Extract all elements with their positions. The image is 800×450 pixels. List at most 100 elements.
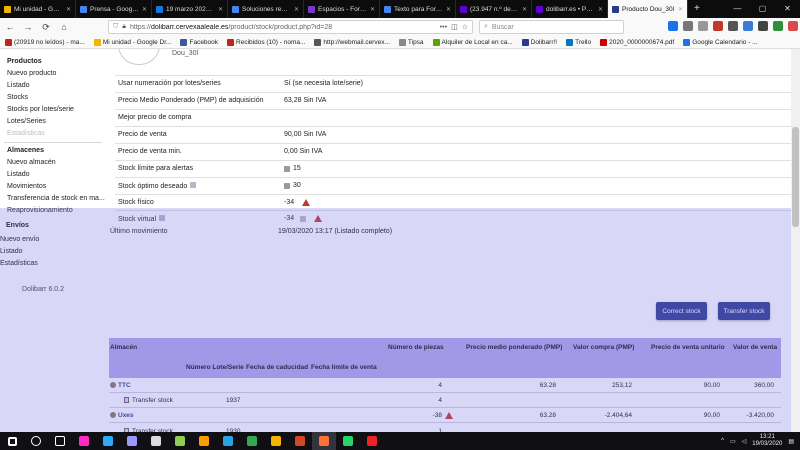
- bookmark-item[interactable]: 2020_0000000674.pdf: [600, 38, 674, 46]
- menu-new-product[interactable]: Nuevo producto: [7, 70, 56, 77]
- correct-stock-button[interactable]: Correct stock: [656, 302, 707, 320]
- browser-tab[interactable]: dolibarr.es • Publicar✕: [532, 0, 608, 18]
- minimize-button[interactable]: —: [725, 0, 750, 18]
- browser-tab[interactable]: Mi unidad - Goog ✕: [0, 0, 76, 18]
- adobe-xd-icon[interactable]: [72, 432, 96, 450]
- bookmark-item[interactable]: Alquiler de Local en ca...: [432, 38, 513, 46]
- tab-close-icon[interactable]: ✕: [294, 6, 299, 13]
- illustrator-icon[interactable]: [192, 432, 216, 450]
- firefox-icon[interactable]: [312, 432, 336, 450]
- menu-movements[interactable]: Movimientos: [7, 183, 46, 190]
- menu-stocks-by-lot[interactable]: Stocks por lotes/serie: [7, 106, 74, 113]
- menu-product-stats[interactable]: Estadísticas: [7, 130, 45, 137]
- photoshop-icon[interactable]: [96, 432, 120, 450]
- vertical-scrollbar[interactable]: [791, 49, 800, 432]
- warehouse-link[interactable]: Uxes: [110, 412, 134, 419]
- browser-tab[interactable]: 19 marzo 2020 Ne ✕: [152, 0, 228, 18]
- menu-new-shipment[interactable]: Nuevo envío: [0, 236, 39, 243]
- url-bar[interactable]: ⛉ 🔒︎ https://dolibarr.cervexaaleale.es/p…: [108, 20, 473, 34]
- network-icon[interactable]: ▭: [730, 438, 736, 445]
- menu-shipments-stats[interactable]: Estadísticas: [0, 260, 38, 267]
- buy-cell: -2.404,64: [604, 412, 632, 419]
- notifications-icon[interactable]: ▤: [788, 438, 794, 445]
- bookmark-item[interactable]: http://webmail.cervex...: [314, 38, 390, 46]
- browser-tab[interactable]: Espacios - Formu ✕: [304, 0, 380, 18]
- bookmark-star-icon[interactable]: ☆: [462, 23, 468, 31]
- bookmark-item[interactable]: Mi unidad - Google Dr...: [93, 38, 171, 46]
- bookmark-item[interactable]: Google Calendario - ...: [683, 38, 758, 46]
- tab-close-icon[interactable]: ✕: [218, 6, 223, 13]
- new-tab-button[interactable]: +: [688, 0, 706, 18]
- sync-icon[interactable]: [758, 21, 768, 31]
- browser-tab[interactable]: Producto Dou_30l ✕: [608, 0, 688, 18]
- bookmark-item[interactable]: Tipsa: [398, 38, 424, 46]
- edit-pencil-icon[interactable]: [284, 165, 290, 172]
- tab-close-icon[interactable]: ✕: [522, 6, 527, 13]
- telegram-icon[interactable]: [216, 432, 240, 450]
- menu-heading-products[interactable]: Productos: [7, 58, 42, 65]
- pocket-icon[interactable]: ◫: [451, 23, 458, 31]
- adblock-icon[interactable]: [713, 21, 723, 31]
- explorer-icon[interactable]: [264, 432, 288, 450]
- tab-close-icon[interactable]: ✕: [370, 6, 375, 13]
- maximize-button[interactable]: ▢: [750, 0, 775, 18]
- terminal-icon[interactable]: [144, 432, 168, 450]
- search-icon[interactable]: [24, 432, 48, 450]
- menu-warehouse-list[interactable]: Listado: [7, 171, 30, 178]
- menu-heading-shipments[interactable]: Envíos: [6, 222, 29, 229]
- menu-new-warehouse[interactable]: Nuevo almacén: [7, 159, 56, 166]
- library-icon[interactable]: [683, 21, 693, 31]
- whatsapp-icon[interactable]: [336, 432, 360, 450]
- last-movement-value[interactable]: 19/03/2020 13:17 (Listado completo): [278, 228, 392, 235]
- reader-icon[interactable]: [698, 21, 708, 31]
- browser-tab[interactable]: (23.947 n.º de no ✕: [456, 0, 532, 18]
- tab-close-icon[interactable]: ✕: [598, 6, 603, 13]
- lot-link[interactable]: Transfer stock: [124, 397, 173, 404]
- task-view-icon[interactable]: [48, 432, 72, 450]
- bookmark-item[interactable]: Trello: [566, 38, 591, 46]
- menu-mass-transfer[interactable]: Transferencia de stock en ma...: [7, 195, 105, 202]
- menu-heading-warehouses[interactable]: Almacenes: [7, 147, 44, 154]
- extension-icon[interactable]: [743, 21, 753, 31]
- forward-icon[interactable]: →: [22, 22, 34, 32]
- acrobat-icon[interactable]: [360, 432, 384, 450]
- edit-pencil-icon[interactable]: [284, 182, 290, 189]
- bookmark-item[interactable]: (20919 no leídos) - ma...: [5, 38, 85, 46]
- tray-caret-icon[interactable]: ^: [721, 438, 724, 444]
- browser-tab[interactable]: Soluciones redes ✕: [228, 0, 304, 18]
- premiere-icon[interactable]: [120, 432, 144, 450]
- help-icon[interactable]: [190, 181, 197, 188]
- download-icon[interactable]: [668, 21, 678, 31]
- tools-icon[interactable]: [168, 432, 192, 450]
- volume-icon[interactable]: ◁: [742, 438, 747, 445]
- maps-icon[interactable]: [240, 432, 264, 450]
- menu-products-list[interactable]: Listado: [7, 82, 30, 89]
- search-input[interactable]: ⌕ Buscar: [479, 20, 624, 34]
- close-window-button[interactable]: ✕: [775, 0, 800, 18]
- browser-tab[interactable]: Prensa - Google D ✕: [76, 0, 152, 18]
- menu-stocks[interactable]: Stocks: [7, 94, 28, 101]
- warehouse-link[interactable]: TTC: [110, 382, 131, 389]
- tab-close-icon[interactable]: ✕: [142, 6, 147, 13]
- reload-icon[interactable]: ⟳: [40, 22, 52, 33]
- scrollbar-thumb[interactable]: [792, 127, 799, 227]
- back-icon[interactable]: ←: [4, 22, 16, 32]
- screenshot-icon[interactable]: [728, 21, 738, 31]
- tab-close-icon[interactable]: ✕: [66, 6, 71, 13]
- bookmark-item[interactable]: Recibidos (10) - noma...: [227, 38, 305, 46]
- clock[interactable]: 13:21 19/03/2020: [752, 434, 782, 448]
- home-icon[interactable]: ⌂: [58, 22, 70, 32]
- bookmark-item[interactable]: Facebook: [180, 38, 218, 46]
- tab-close-icon[interactable]: ✕: [678, 6, 683, 13]
- extension-b-icon[interactable]: [773, 21, 783, 31]
- browser-tab[interactable]: Texto para Formu ✕: [380, 0, 456, 18]
- bookmark-item[interactable]: Dolibarr!!: [521, 38, 557, 46]
- calendar-icon[interactable]: [288, 432, 312, 450]
- extension-c-icon[interactable]: [788, 21, 798, 31]
- page-actions-icon[interactable]: •••: [440, 24, 447, 31]
- tab-close-icon[interactable]: ✕: [446, 6, 451, 13]
- transfer-stock-button[interactable]: Transfer stock: [718, 302, 770, 320]
- windows-icon[interactable]: [0, 432, 24, 450]
- menu-lots-series[interactable]: Lotes/Series: [7, 118, 46, 125]
- menu-shipments-list[interactable]: Listado: [0, 248, 23, 255]
